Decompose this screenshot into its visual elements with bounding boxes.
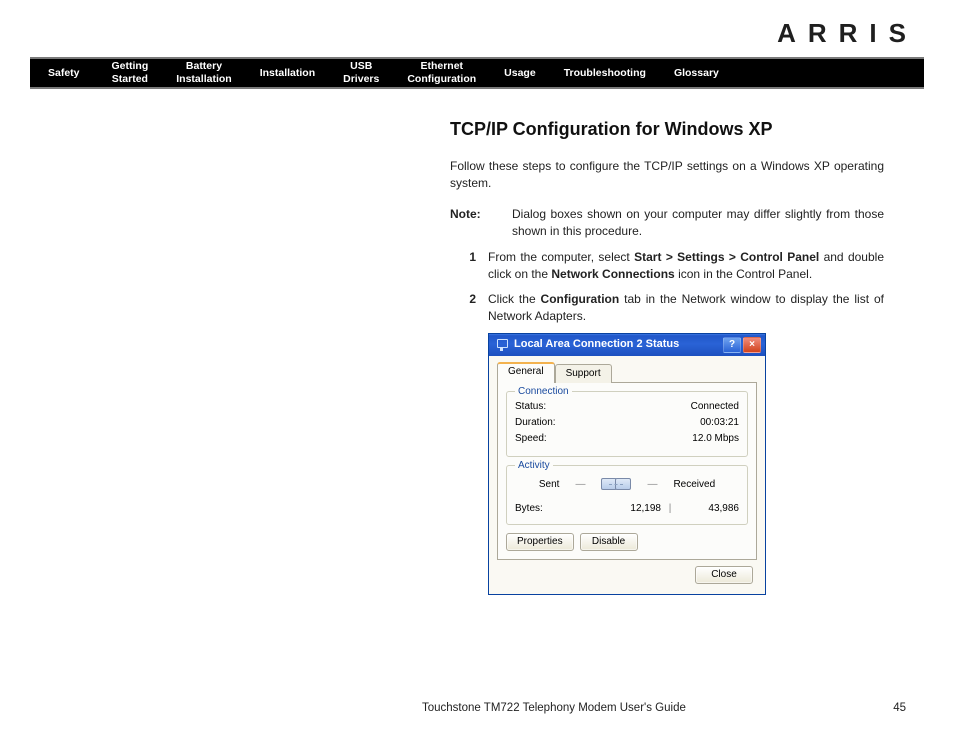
step-text: From the computer, select Start > Settin… [488,249,884,283]
nav-getting-started[interactable]: Getting Started [98,57,163,88]
page-heading: TCP/IP Configuration for Windows XP [450,117,884,142]
nav-safety[interactable]: Safety [30,64,98,83]
page-footer: Touchstone TM722 Telephony Modem User's … [0,702,954,714]
nav-troubleshooting[interactable]: Troubleshooting [550,64,660,83]
note-text: Dialog boxes shown on your computer may … [512,206,884,240]
xp-title-text: Local Area Connection 2 Status [514,337,721,352]
intro-paragraph: Follow these steps to configure the TCP/… [450,158,884,192]
step-1: 1 From the computer, select Start > Sett… [450,249,884,283]
status-row: Status: Connected [515,400,739,414]
tab-support[interactable]: Support [555,364,612,383]
status-label: Status: [515,400,546,414]
brand-logo: ARRIS [30,18,924,49]
step-pre: From the computer, select [488,250,634,264]
nav-usage[interactable]: Usage [490,64,550,83]
tab-general[interactable]: General [497,362,555,383]
duration-value: 00:03:21 [700,416,739,430]
received-label: Received [673,478,715,492]
speed-label: Speed: [515,432,547,446]
footer-title: Touchstone TM722 Telephony Modem User's … [422,702,686,714]
nav-usb-drivers[interactable]: USB Drivers [329,57,393,88]
step-bold1: Configuration [541,292,620,306]
disable-button[interactable]: Disable [580,533,638,551]
bytes-row: Bytes: 12,198 | 43,986 [515,502,739,516]
bytes-received: 43,986 [679,502,739,516]
step-bold1: Start > Settings > Control Panel [634,250,819,264]
connection-legend: Connection [515,385,572,399]
xp-pane: Connection Status: Connected Duration: 0… [497,382,757,560]
dialog-button-row: Properties Disable [506,533,748,551]
page-number: 45 [893,702,906,714]
step-bold2: Network Connections [551,267,674,281]
dialog-close-button[interactable]: Close [695,566,753,584]
speed-row: Speed: 12.0 Mbps [515,432,739,446]
duration-row: Duration: 00:03:21 [515,416,739,430]
xp-tabs: General Support [497,362,757,383]
bytes-label: Bytes: [515,502,601,516]
status-value: Connected [691,400,739,414]
sent-label: Sent [539,478,560,492]
note-row: Note: Dialog boxes shown on your compute… [450,206,884,240]
nav-glossary[interactable]: Glossary [660,64,733,83]
step-post: icon in the Control Panel. [675,267,812,281]
note-label: Note: [450,206,512,240]
step-2: 2 Click the Configuration tab in the Net… [450,291,884,325]
step-text: Click the Configuration tab in the Netwo… [488,291,884,325]
nav-installation[interactable]: Installation [246,64,329,83]
activity-fieldset: Activity Sent — — Received Bytes: [506,465,748,525]
content-area: TCP/IP Configuration for Windows XP Foll… [30,89,924,595]
activity-legend: Activity [515,459,553,473]
properties-button[interactable]: Properties [506,533,574,551]
step-number: 1 [450,249,488,283]
bytes-sent: 12,198 [601,502,661,516]
activity-icon [601,474,631,496]
dash-left: — [575,478,585,492]
dialog-footer: Close [497,560,757,586]
dash-right: — [647,478,657,492]
navbar: Safety Getting Started Battery Installat… [30,57,924,89]
xp-titlebar[interactable]: Local Area Connection 2 Status ? × [489,334,765,356]
speed-value: 12.0 Mbps [692,432,739,446]
xp-body: General Support Connection Status: Conne… [489,356,765,594]
nav-battery-installation[interactable]: Battery Installation [162,57,245,88]
duration-label: Duration: [515,416,556,430]
nav-ethernet-configuration[interactable]: Ethernet Configuration [393,57,490,88]
network-icon [495,338,509,352]
bytes-sep: | [661,502,679,516]
close-button[interactable]: × [743,337,761,353]
activity-header: Sent — — Received [515,474,739,496]
step-number: 2 [450,291,488,325]
help-button[interactable]: ? [723,337,741,353]
step-pre: Click the [488,292,541,306]
connection-fieldset: Connection Status: Connected Duration: 0… [506,391,748,457]
xp-status-dialog: Local Area Connection 2 Status ? × Gener… [488,333,766,595]
